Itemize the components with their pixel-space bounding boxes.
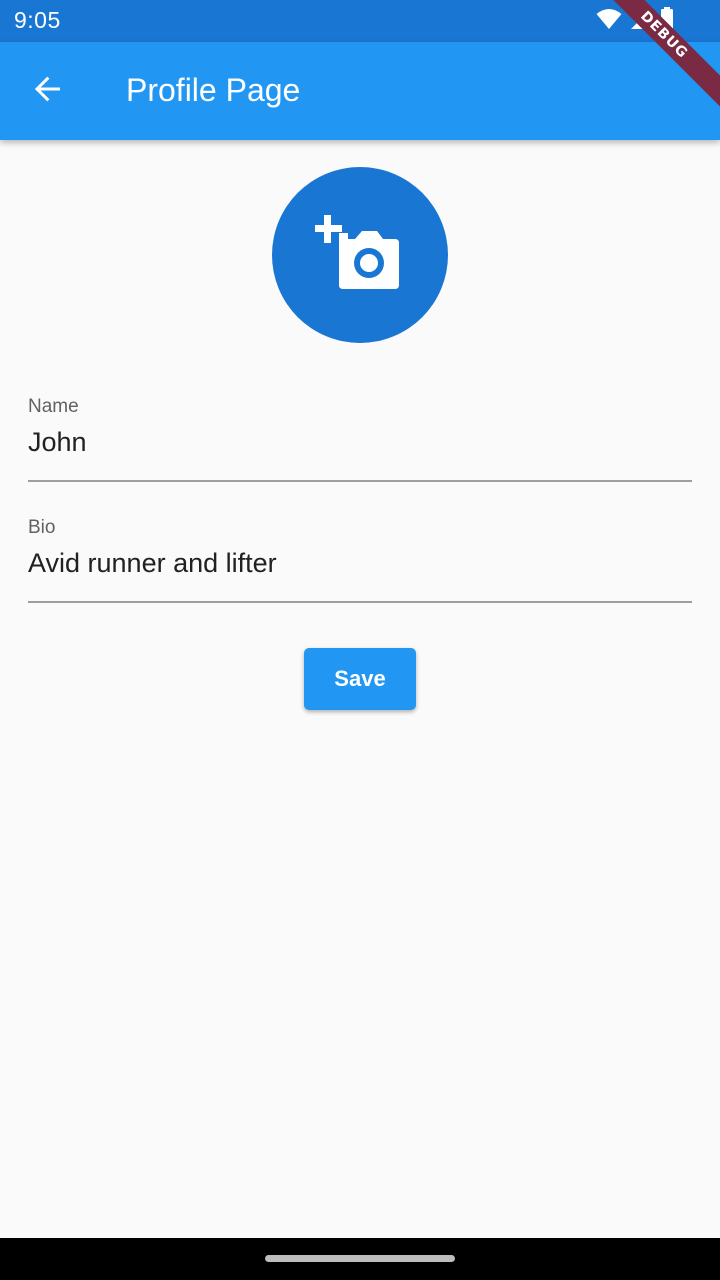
save-button[interactable]: Save [304,648,416,710]
app-bar: Profile Page [0,42,720,140]
bio-field-label: Bio [28,517,56,538]
back-button[interactable] [18,61,78,121]
page-title: Profile Page [126,72,301,108]
wifi-icon [596,8,622,35]
name-field-value[interactable]: John [28,427,87,458]
add-a-photo-icon [314,213,405,298]
home-indicator[interactable] [265,1255,455,1262]
status-time: 9:05 [14,7,61,33]
arrow-back-icon [32,73,64,110]
profile-photo-button[interactable] [272,167,448,343]
status-bar: 9:05 [0,0,720,42]
name-field-label: Name [28,396,79,417]
name-field[interactable]: Name John [28,396,692,482]
bio-field-value[interactable]: Avid runner and lifter [28,548,277,579]
screen: 9:05 Profile Page DEBUG Name John Bio Av… [0,0,720,1280]
navigation-bar [0,1238,720,1280]
bio-field[interactable]: Bio Avid runner and lifter [28,517,692,603]
